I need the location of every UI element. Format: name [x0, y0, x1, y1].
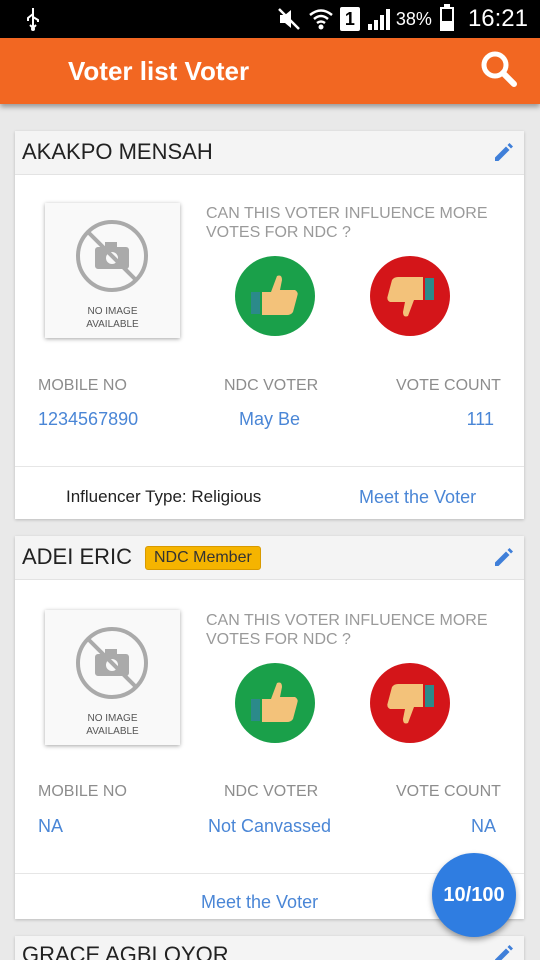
vote-count-label: VOTE COUNT: [396, 377, 501, 394]
status-bar: 1 38% 16:21: [0, 0, 540, 38]
card-header: AKAKPO MENSAH: [15, 131, 524, 175]
battery-percent: 38%: [395, 8, 432, 29]
influencer-type: Influencer Type: Religious: [66, 487, 262, 506]
no-camera-icon: [76, 627, 148, 699]
card-header: ADEI ERIC NDC Member: [15, 536, 524, 580]
ndc-voter-label: NDC VOTER: [224, 377, 319, 394]
voter-name: AKAKPO MENSAH: [22, 139, 213, 164]
influence-question: CAN THIS VOTER INFLUENCE MORE VOTES FOR …: [206, 612, 488, 648]
mobile-value[interactable]: 1234567890: [38, 409, 138, 430]
edit-icon[interactable]: [492, 942, 516, 960]
thumbs-up-button[interactable]: [235, 256, 315, 336]
meet-voter-link[interactable]: Meet the Voter: [359, 487, 476, 508]
thumbs-down-button[interactable]: [370, 663, 450, 743]
thumbs-up-button[interactable]: [235, 663, 315, 743]
ndc-voter-label: NDC VOTER: [224, 783, 319, 800]
divider: [15, 466, 524, 467]
voter-photo-placeholder: NO IMAGE AVAILABLE: [45, 203, 180, 338]
search-icon[interactable]: [480, 50, 518, 88]
thumbs-down-icon: [387, 277, 434, 317]
vote-count-label: VOTE COUNT: [396, 783, 501, 800]
page-count-button[interactable]: 10/100: [432, 853, 516, 937]
edit-icon[interactable]: [492, 545, 516, 569]
mute-icon: [278, 8, 300, 30]
signal-icon: [367, 9, 390, 30]
thumbs-up-icon: [251, 275, 298, 315]
edit-icon[interactable]: [492, 140, 516, 164]
meet-voter-link[interactable]: Meet the Voter: [201, 892, 318, 913]
status-icons: 1 38% 16:21: [276, 0, 528, 38]
influence-question: CAN THIS VOTER INFLUENCE MORE VOTES FOR …: [206, 205, 488, 241]
usb-icon: [27, 8, 39, 31]
status-badge: NDC Member: [145, 546, 261, 570]
page-title: Voter list Voter: [68, 56, 250, 86]
wifi-icon: [309, 9, 333, 30]
voter-name: GRACE AGBLOYOR: [22, 942, 229, 960]
vote-count-value: 111: [466, 409, 494, 429]
thumbs-down-icon: [387, 684, 434, 724]
no-image-text: NO IMAGE AVAILABLE: [86, 713, 139, 737]
thumbs-up-icon: [251, 682, 298, 722]
mobile-label: MOBILE NO: [38, 783, 127, 800]
ndc-voter-value: Not Canvassed: [208, 816, 332, 836]
battery-icon: [439, 4, 454, 31]
voter-photo-placeholder: NO IMAGE AVAILABLE: [45, 610, 180, 745]
voter-card: AKAKPO MENSAH NO IMAGE AVAILABLE CAN THI…: [15, 131, 524, 519]
app-bar: Voter list Voter: [0, 38, 540, 104]
sim-indicator: 1: [339, 7, 360, 31]
mobile-value[interactable]: NA: [38, 816, 63, 837]
clock: 16:21: [467, 5, 528, 32]
no-image-text: NO IMAGE AVAILABLE: [86, 306, 139, 330]
ndc-voter-value: May Be: [239, 409, 301, 429]
mobile-label: MOBILE NO: [38, 377, 127, 394]
voter-card: GRACE AGBLOYOR: [15, 936, 524, 960]
no-camera-icon: [76, 220, 148, 292]
voter-name: ADEI ERIC: [22, 544, 133, 569]
card-header: GRACE AGBLOYOR: [15, 936, 524, 960]
thumbs-down-button[interactable]: [370, 256, 450, 336]
vote-count-value: NA: [470, 816, 496, 836]
